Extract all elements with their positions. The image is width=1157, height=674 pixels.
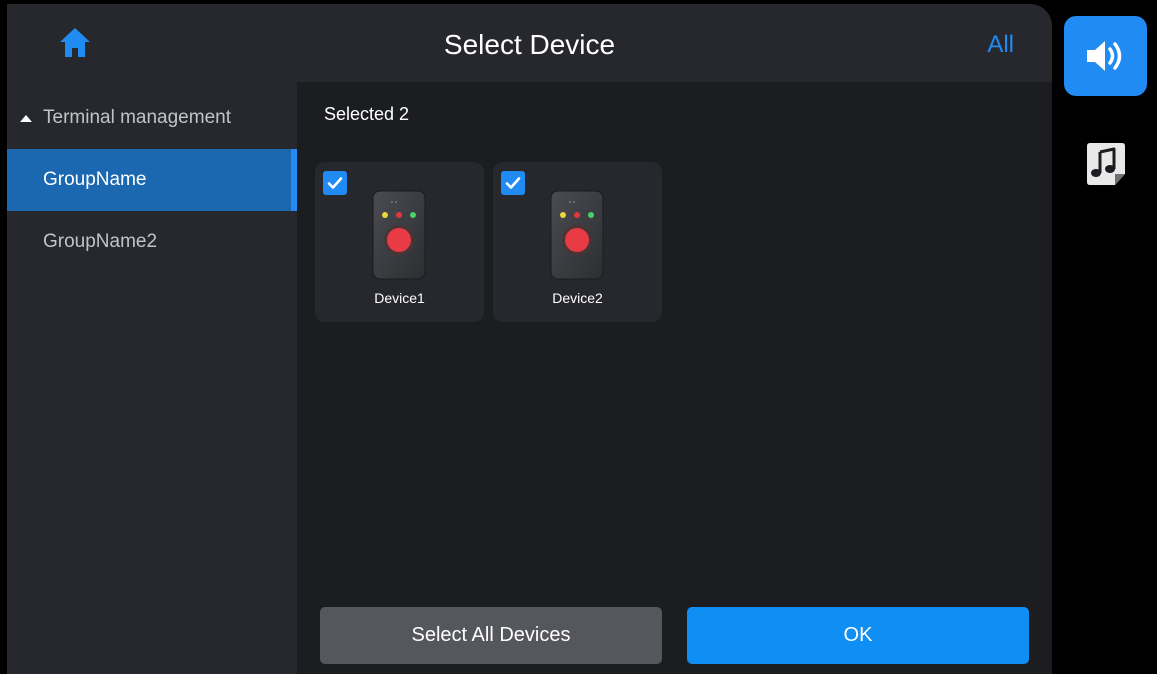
device-card-2[interactable]: Device2	[493, 162, 662, 322]
caret-up-icon	[20, 115, 32, 122]
sidebar: Terminal management GroupName GroupName2	[7, 82, 297, 674]
group-label: GroupName	[43, 169, 147, 190]
speaker-icon	[1086, 41, 1121, 71]
device-card-1[interactable]: Device1	[315, 162, 484, 322]
device-name: Device1	[374, 290, 425, 306]
device-icon	[372, 190, 426, 280]
select-device-window: Select Device All Terminal management Gr…	[7, 4, 1052, 674]
device-icon	[550, 190, 604, 280]
device-checkbox[interactable]	[323, 171, 347, 195]
checkmark-icon	[505, 177, 521, 189]
terminal-management-label: Terminal management	[43, 107, 231, 128]
music-button[interactable]	[1085, 141, 1127, 187]
sidebar-item-groupname[interactable]: GroupName	[7, 149, 297, 211]
selected-count: Selected 2	[324, 104, 410, 124]
device-checkbox[interactable]	[501, 171, 525, 195]
speaker-button[interactable]	[1064, 16, 1147, 96]
ok-button[interactable]: OK	[687, 607, 1029, 664]
checkmark-icon	[327, 177, 343, 189]
select-all-devices-button[interactable]: Select All Devices	[320, 607, 662, 664]
terminal-management-toggle[interactable]: Terminal management	[7, 100, 297, 136]
device-panel: Selected 2 Device1 Device2 Select All De…	[297, 82, 1052, 674]
page-title: Select Device	[443, 29, 616, 60]
music-note-icon	[1087, 143, 1125, 185]
header-bar: Select Device All	[7, 4, 1052, 82]
group-label: GroupName2	[43, 231, 158, 252]
device-name: Device2	[552, 290, 603, 306]
sidebar-item-groupname2[interactable]: GroupName2	[7, 211, 297, 273]
all-button[interactable]: All	[987, 4, 1014, 82]
